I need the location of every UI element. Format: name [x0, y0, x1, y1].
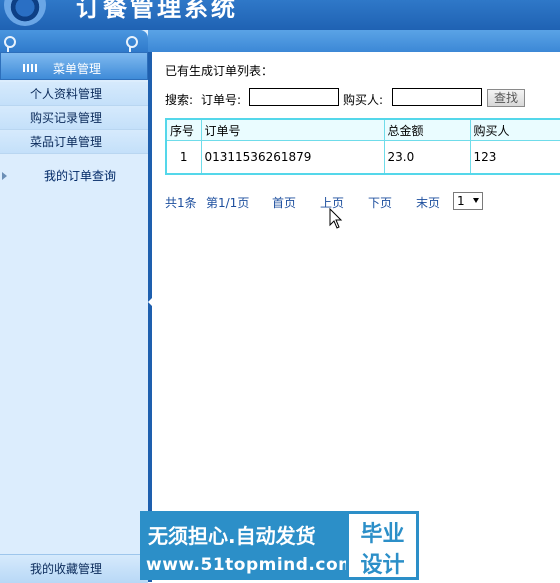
app-title: 订餐管理系统: [76, 0, 238, 22]
page-select[interactable]: 1: [453, 192, 483, 210]
column-header: 订单号: [200, 118, 385, 141]
mouse-cursor-icon: [329, 208, 343, 229]
search-label: 搜索:: [165, 93, 194, 107]
binder-ring-icon: [126, 36, 138, 52]
sidebar-item-label: 个人资料管理: [30, 87, 103, 101]
order-no-input[interactable]: [249, 88, 339, 106]
watermark-banner: 无须担心.自动发货 www.51topmind.com 毕业 设计: [140, 511, 419, 580]
app-header: 订餐管理系统: [0, 0, 560, 30]
watermark-url: www.51topmind.com: [146, 555, 357, 575]
watermark-right-panel: 毕业 设计: [346, 511, 419, 580]
pager-total: 共1条: [165, 196, 197, 210]
sidebar-subitem-label: 我的订单查询: [44, 169, 117, 183]
triangle-right-icon: [2, 172, 7, 180]
column-header: 序号: [165, 118, 202, 141]
pager-page-info: 第1/1页: [206, 196, 250, 210]
table-header-row: 序号 订单号 总金额 购买人: [165, 118, 560, 141]
column-header: 总金额: [383, 118, 471, 141]
cell-index: 1: [165, 140, 202, 175]
watermark-badge-top: 毕业: [360, 522, 405, 547]
sidebar: 菜单管理 个人资料管理 购买记录管理 菜品订单管理 我的订单查询 我的收藏管理: [0, 30, 148, 583]
binder-ring-icon: [4, 36, 16, 52]
sidebar-item-purchase-records[interactable]: 购买记录管理: [0, 106, 148, 130]
sidebar-item-label: 菜品订单管理: [30, 135, 103, 149]
order-table: 序号 订单号 总金额 购买人 1 01311536261879 23.0 123: [165, 118, 560, 175]
sidebar-item-favorites[interactable]: 我的收藏管理: [0, 554, 148, 583]
sidebar-subitem-my-orders[interactable]: 我的订单查询: [0, 163, 148, 189]
page-select-value: 1: [457, 194, 465, 208]
sidebar-item-label: 我的收藏管理: [30, 562, 103, 576]
watermark-slogan: 无须担心.自动发货: [148, 524, 316, 548]
list-title: 已有生成订单列表：: [165, 64, 274, 78]
pager-last-link[interactable]: 末页: [416, 194, 440, 211]
sidebar-item-dish-orders[interactable]: 菜品订单管理: [0, 130, 148, 154]
pager-first-link[interactable]: 首页: [272, 194, 296, 211]
buyer-label: 购买人:: [343, 93, 384, 107]
app-logo: [4, 0, 46, 26]
sidebar-menu-header-label: 菜单管理: [53, 62, 102, 76]
sidebar-item-label: 购买记录管理: [30, 111, 103, 125]
column-header: 购买人: [469, 118, 560, 141]
chevron-down-icon: [473, 198, 479, 203]
grid-icon: [23, 64, 37, 72]
table-row[interactable]: 1 01311536261879 23.0 123: [165, 140, 560, 175]
cell-total: 23.0: [383, 140, 471, 175]
cell-buyer: 123: [469, 140, 560, 175]
buyer-input[interactable]: [392, 88, 482, 106]
pager-next-link[interactable]: 下页: [368, 194, 392, 211]
sidebar-top-bar: [0, 30, 148, 52]
sidebar-menu-header[interactable]: 菜单管理: [0, 52, 148, 80]
pagination: 共1条 第1/1页 首页 上页 下页 末页 1: [165, 192, 545, 212]
watermark-badge-bottom: 设计: [360, 553, 405, 578]
search-button[interactable]: 查找: [487, 89, 525, 107]
order-no-label: 订单号:: [201, 93, 242, 107]
sidebar-item-profile[interactable]: 个人资料管理: [0, 82, 148, 106]
watermark-left-panel: 无须担心.自动发货 www.51topmind.com: [140, 511, 356, 580]
cell-order-no: 01311536261879: [200, 140, 385, 175]
main-content: 已有生成订单列表： 搜索: 订单号: 购买人: 查找 序号 订单号 总金额 购买…: [152, 52, 560, 582]
